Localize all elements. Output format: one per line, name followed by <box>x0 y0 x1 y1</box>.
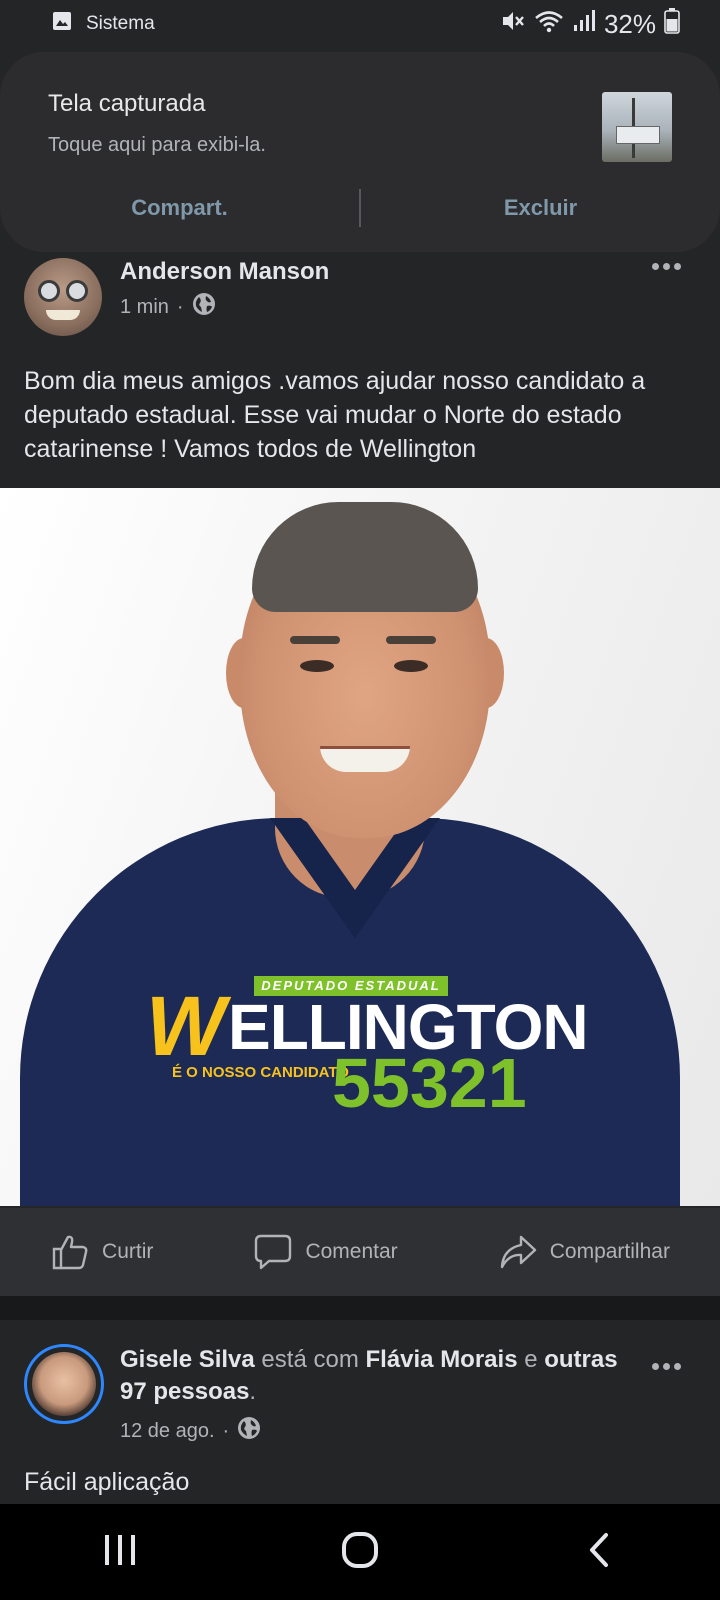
share-post-button[interactable]: Compartilhar <box>498 1233 670 1271</box>
candidate-brow-right <box>386 636 436 644</box>
recent-apps-icon <box>102 1533 138 1572</box>
globe-icon <box>192 292 216 322</box>
post-meta: 1 min · <box>120 292 216 322</box>
status-bar: Sistema 32% <box>0 0 720 48</box>
share-arrow-icon <box>498 1233 538 1271</box>
navigation-bar <box>0 1504 720 1600</box>
like-button[interactable]: Curtir <box>50 1233 153 1271</box>
share-label: Compartilhar <box>549 1240 670 1263</box>
home-button[interactable] <box>320 1522 400 1582</box>
battery-icon <box>664 7 680 41</box>
avatar[interactable] <box>24 258 102 336</box>
candidate-eye-right <box>394 660 428 672</box>
more-dot <box>662 262 670 270</box>
more-options-button-2[interactable] <box>640 1354 692 1378</box>
avatar-2[interactable] <box>24 1344 104 1424</box>
post-2-and-text: e <box>517 1346 545 1373</box>
avatar-eye-right <box>66 280 88 302</box>
comment-icon <box>253 1233 293 1271</box>
delete-button[interactable]: Excluir <box>361 195 720 221</box>
post-author[interactable]: Anderson Manson <box>120 258 329 286</box>
candidate-hair <box>252 502 478 612</box>
post-2-tagged[interactable]: Flávia Morais <box>365 1346 517 1373</box>
post-actions-bar: Curtir Comentar Compartilhar <box>0 1208 720 1296</box>
back-button[interactable] <box>560 1522 640 1582</box>
like-label: Curtir <box>102 1240 154 1263</box>
post-2: Gisele Silva está com Flávia Morais e ou… <box>0 1320 720 1510</box>
status-app-label: Sistema <box>86 13 155 34</box>
thumbnail-sign <box>616 126 660 144</box>
post-2-with-text: está com <box>254 1346 366 1373</box>
feed-divider <box>0 1296 720 1320</box>
home-icon <box>340 1530 380 1575</box>
meta-separator: · <box>176 295 184 318</box>
logo-number: 55321 <box>332 1044 527 1122</box>
campaign-logo: DEPUTADO ESTADUAL W ELLINGTON É O NOSSO … <box>146 976 589 1126</box>
post-text: Bom dia meus amigos .vamos ajudar nosso … <box>24 367 646 463</box>
post-2-period: . <box>249 1378 257 1405</box>
candidate-brow-left <box>290 636 340 644</box>
candidate-eye-left <box>300 660 334 672</box>
post-2-meta: 12 de ago. · <box>120 1416 261 1446</box>
avatar-eye-left <box>38 280 60 302</box>
share-button[interactable]: Compart. <box>0 195 359 221</box>
globe-icon <box>237 1416 261 1446</box>
avatar-2-photo <box>32 1352 96 1416</box>
image-icon <box>52 11 72 37</box>
comment-label: Comentar <box>305 1240 398 1263</box>
recent-apps-button[interactable] <box>80 1522 160 1582</box>
comment-button[interactable]: Comentar <box>253 1233 398 1271</box>
notification-title: Tela capturada <box>48 90 206 117</box>
avatar-mouth <box>46 310 80 320</box>
more-dot <box>651 262 659 270</box>
screenshot-thumbnail[interactable] <box>602 92 672 162</box>
back-icon <box>586 1532 614 1573</box>
meta-separator: · <box>222 1419 230 1442</box>
post-header: Anderson Manson 1 min · <box>0 252 720 342</box>
mute-icon <box>500 9 526 40</box>
notification-subtitle: Toque aqui para exibi-la. <box>48 134 266 156</box>
notification-actions: Compart. Excluir <box>0 180 720 236</box>
thumbs-up-icon <box>50 1233 90 1271</box>
post-time[interactable]: 1 min <box>120 296 169 319</box>
wifi-icon <box>534 9 564 40</box>
more-options-button[interactable] <box>640 254 692 278</box>
logo-subtitle: É O NOSSO CANDIDATO <box>172 1064 349 1081</box>
screenshot-notification[interactable]: Tela capturada Toque aqui para exibi-la.… <box>0 52 720 252</box>
post-2-time[interactable]: 12 de ago. <box>120 1420 215 1443</box>
more-dot <box>662 1362 670 1370</box>
post-2-author[interactable]: Gisele Silva <box>120 1346 255 1373</box>
logo-w-letter: W <box>146 979 226 1073</box>
post-2-text: Fácil aplicação <box>24 1468 190 1496</box>
candidate-smile <box>320 746 410 772</box>
more-dot <box>673 262 681 270</box>
signal-icon <box>572 9 596 40</box>
battery-percent: 32% <box>603 8 656 39</box>
more-dot <box>673 1362 681 1370</box>
post-2-header: Gisele Silva está com Flávia Morais e ou… <box>120 1344 640 1408</box>
post-image[interactable]: DEPUTADO ESTADUAL W ELLINGTON É O NOSSO … <box>0 488 720 1206</box>
more-dot <box>651 1362 659 1370</box>
